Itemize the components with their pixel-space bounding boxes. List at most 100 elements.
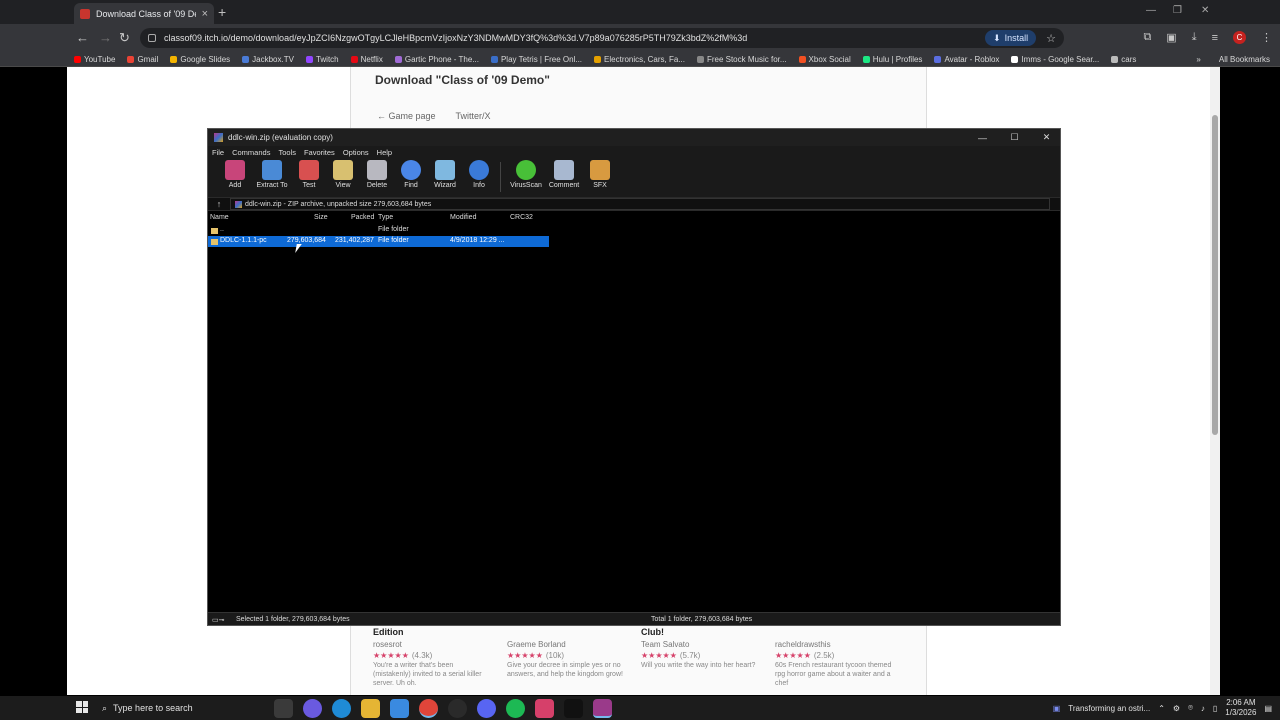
menu-item-options[interactable]: Options: [343, 148, 369, 157]
tool-test-button[interactable]: Test: [292, 160, 326, 189]
tool-add-button[interactable]: Add: [218, 160, 252, 189]
bookmark-item[interactable]: Google Slides: [170, 55, 230, 64]
winrar-minimize-icon[interactable]: —: [969, 133, 996, 143]
winrar-close-icon[interactable]: ✕: [1033, 132, 1060, 143]
install-app-button[interactable]: ⬇ Install: [985, 30, 1037, 46]
bookmark-item[interactable]: Gmail: [127, 55, 158, 64]
menu-kebab-icon[interactable]: ⋮: [1261, 31, 1272, 44]
url-text[interactable]: classof09.itch.io/demo/download/eyJpZCI6…: [164, 33, 977, 43]
spotify-icon[interactable]: [506, 699, 525, 718]
winrar-maximize-icon[interactable]: ☐: [1001, 132, 1028, 143]
menu-item-commands[interactable]: Commands: [232, 148, 270, 157]
site-info-icon[interactable]: [148, 34, 156, 42]
obs-icon[interactable]: [448, 699, 467, 718]
tab-close-icon[interactable]: ×: [202, 8, 208, 20]
col-crc[interactable]: CRC32: [510, 214, 533, 221]
up-folder-icon[interactable]: ↑: [208, 199, 230, 209]
browser-tab[interactable]: Download Class of '09 Demo by ×: [74, 3, 214, 24]
game-author[interactable]: Graeme Borland: [507, 640, 625, 649]
file-row[interactable]: .. File folder: [208, 225, 1060, 236]
game-author[interactable]: rosesrot: [373, 640, 491, 649]
instagram-icon[interactable]: [535, 699, 554, 718]
bookmarks-overflow-icon[interactable]: »: [1196, 55, 1200, 64]
tool-sfx-button[interactable]: SFX: [583, 160, 617, 189]
page-scrollbar[interactable]: [1210, 67, 1220, 695]
bookmark-star-icon[interactable]: ☆: [1046, 32, 1056, 45]
forward-icon[interactable]: →: [99, 30, 112, 45]
window-restore-icon[interactable]: ❐: [1173, 5, 1182, 16]
game-page-link[interactable]: ← Game page: [377, 111, 436, 121]
game-title[interactable]: [507, 627, 625, 639]
col-size[interactable]: Size: [314, 214, 328, 221]
edge-icon[interactable]: [332, 699, 351, 718]
new-tab-button[interactable]: +: [218, 4, 226, 20]
bookmark-item[interactable]: Imms - Google Sear...: [1011, 55, 1099, 64]
tool-extract-to-button[interactable]: Extract To: [252, 160, 292, 189]
menu-item-file[interactable]: File: [212, 148, 224, 157]
tray-app-icon[interactable]: ⚙: [1173, 704, 1180, 713]
taskbar-search[interactable]: ⌕ Type here to search: [96, 696, 266, 720]
bookmark-item[interactable]: YouTube: [74, 55, 115, 64]
tab-search-icon[interactable]: ▣: [1166, 31, 1176, 44]
bookmark-item[interactable]: Play Tetris | Free Onl...: [490, 55, 582, 64]
tool-info-button[interactable]: Info: [462, 160, 496, 189]
window-minimize-icon[interactable]: —: [1146, 5, 1156, 16]
file-explorer-icon[interactable]: [361, 699, 380, 718]
game-card[interactable]: Edition rosesrot ★★★★★ (4.3k) You're a write…: [373, 627, 491, 688]
col-modified[interactable]: Modified: [450, 214, 476, 221]
address-bar[interactable]: classof09.itch.io/demo/download/eyJpZCI6…: [140, 28, 1064, 48]
volume-icon[interactable]: ♪: [1201, 704, 1205, 713]
window-close-icon[interactable]: ✕: [1201, 5, 1209, 16]
tray-chevron-icon[interactable]: ⌃: [1158, 704, 1165, 713]
game-author[interactable]: Team Salvato: [641, 640, 759, 649]
notification-text[interactable]: Transforming an ostri...: [1068, 704, 1150, 713]
back-icon[interactable]: ←: [76, 30, 89, 45]
tool-view-button[interactable]: View: [326, 160, 360, 189]
bookmark-item[interactable]: Gartic Phone - The...: [394, 55, 479, 64]
tool-comment-button[interactable]: Comment: [545, 160, 583, 189]
tiktok-icon[interactable]: [564, 699, 583, 718]
game-title[interactable]: Club!: [641, 627, 759, 639]
bookmark-item[interactable]: Twitch: [305, 55, 339, 64]
reload-icon[interactable]: ↻: [119, 30, 130, 46]
tool-find-button[interactable]: Find: [394, 160, 428, 189]
game-author[interactable]: racheldrawsthis: [775, 640, 893, 649]
tool-wizard-button[interactable]: Wizard: [428, 160, 462, 189]
task-view-icon[interactable]: [274, 699, 293, 718]
store-icon[interactable]: [390, 699, 409, 718]
reading-list-icon[interactable]: ≡: [1212, 32, 1218, 44]
bookmark-item[interactable]: Jackbox.TV: [242, 55, 294, 64]
col-packed[interactable]: Packed: [351, 214, 374, 221]
start-button[interactable]: [76, 701, 88, 713]
clock[interactable]: 2:06 AM 1/3/2026: [1225, 698, 1256, 718]
extensions-icon[interactable]: ⧉: [1143, 31, 1151, 44]
page-scrollbar-thumb[interactable]: [1212, 115, 1218, 435]
bookmark-item[interactable]: Electronics, Cars, Fa...: [594, 55, 685, 64]
game-title[interactable]: [775, 627, 893, 639]
menu-item-favorites[interactable]: Favorites: [304, 148, 335, 157]
bookmark-item[interactable]: Netflix: [350, 55, 383, 64]
winrar-icon[interactable]: [593, 699, 612, 718]
all-bookmarks-button[interactable]: All Bookmarks: [1219, 55, 1270, 64]
copilot-icon[interactable]: [303, 699, 322, 718]
tool-virusscan-button[interactable]: VirusScan: [507, 160, 545, 189]
game-card[interactable]: Club! Team Salvato ★★★★★ (5.7k) Will you wri…: [641, 627, 759, 688]
notifications-center-icon[interactable]: ▤: [1264, 704, 1272, 713]
discord-icon[interactable]: [477, 699, 496, 718]
bookmark-item[interactable]: Hulu | Profiles: [862, 55, 922, 64]
network-icon[interactable]: ⌾: [1188, 703, 1193, 713]
game-card[interactable]: Graeme Borland ★★★★★ (10k) Give your decree…: [507, 627, 625, 688]
profile-avatar[interactable]: C: [1233, 31, 1246, 44]
menu-item-help[interactable]: Help: [377, 148, 392, 157]
game-card[interactable]: racheldrawsthis ★★★★★ (2.5k) 60s French res…: [775, 627, 893, 688]
bookmark-item[interactable]: Free Stock Music for...: [696, 55, 787, 64]
bookmark-item[interactable]: cars: [1111, 55, 1136, 64]
downloads-icon[interactable]: ⤓: [1192, 31, 1197, 44]
battery-icon[interactable]: ▯: [1213, 704, 1217, 713]
col-name[interactable]: Name: [210, 214, 229, 221]
bookmark-item[interactable]: Avatar - Roblox: [934, 55, 999, 64]
tool-delete-button[interactable]: Delete: [360, 160, 394, 189]
winrar-titlebar[interactable]: ddlc-win.zip (evaluation copy) — ☐ ✕: [208, 129, 1060, 146]
col-type[interactable]: Type: [378, 214, 393, 221]
bookmark-item[interactable]: Xbox Social: [798, 55, 851, 64]
